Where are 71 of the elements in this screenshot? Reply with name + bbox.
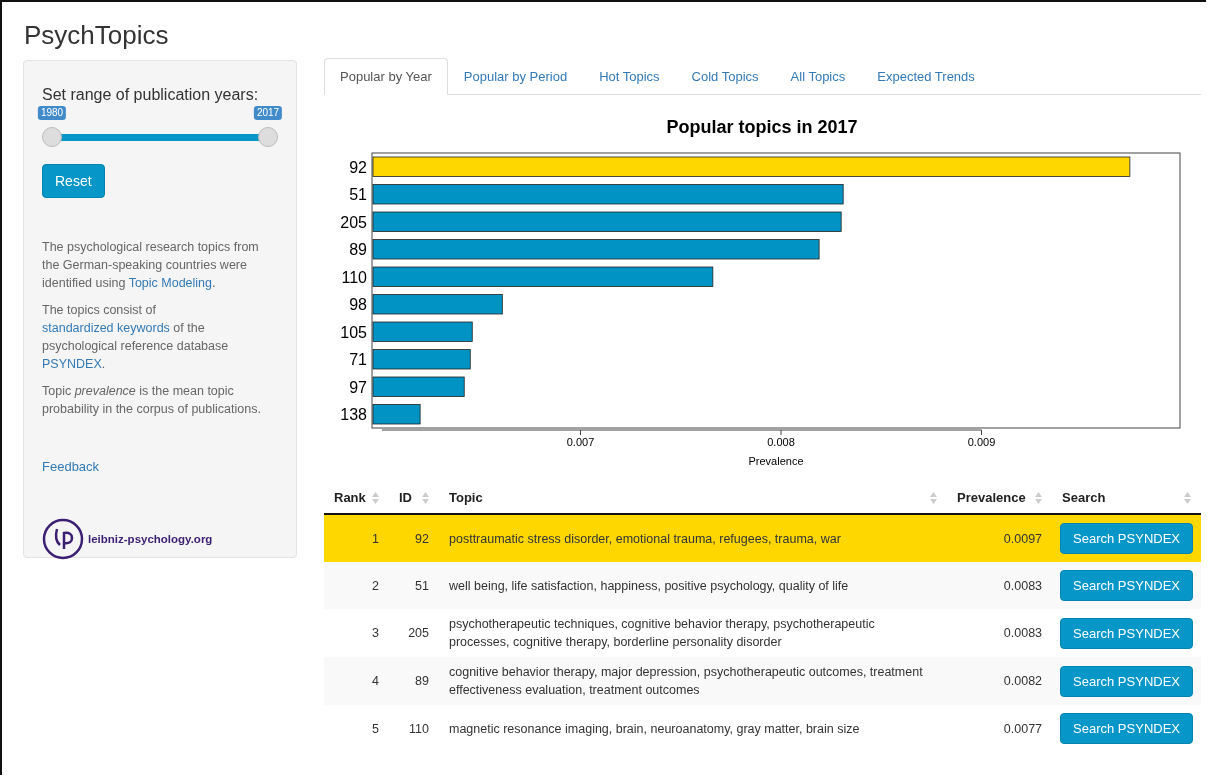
year-label: 2017 bbox=[253, 106, 283, 121]
tick-label: 0.008 bbox=[767, 436, 795, 449]
sort-icon bbox=[422, 491, 429, 504]
table-cell: 0.0077 bbox=[947, 705, 1053, 753]
description-text: The topics consist of standardized keywords of the psychological reference database PSYNDEX. bbox=[42, 302, 230, 374]
chart-title: Popular topics in 2017 bbox=[666, 117, 858, 138]
text-link[interactable]: PSYNDEX bbox=[42, 357, 102, 372]
table-cell: 4 bbox=[324, 657, 389, 706]
sort-icon bbox=[372, 491, 379, 504]
table-row[interactable]: 2 51 well being, life satisfaction, happiness, positive psychology, quality of life 0.0083 Search PSYNDEX bbox=[324, 562, 1201, 610]
category-label: 205 bbox=[340, 213, 367, 231]
feedback-link[interactable]: Feedback bbox=[42, 459, 100, 475]
tab[interactable]: Hot Topics bbox=[583, 58, 676, 96]
table-cell: 0.0083 bbox=[947, 562, 1053, 610]
category-label: 97 bbox=[349, 378, 367, 396]
table-cell: posttraumatic stress disorder, emotional trauma, refugees, trauma, war bbox=[439, 514, 948, 563]
table-cell: well being, life satisfaction, happiness, positive psychology, quality of life bbox=[439, 562, 948, 610]
category-label: 71 bbox=[349, 351, 367, 369]
search-button[interactable]: Search PSYNDEX bbox=[1060, 713, 1193, 745]
description-text: The psychological research topics from the German-speaking countries were identified using Topic Modeling. bbox=[42, 239, 260, 293]
table-cell: psychotherapeutic techniques, cognitive behavior therapy, psychotherapeutic processes, cognitive therapy, borderline personality disorder bbox=[439, 609, 948, 658]
category-label: 89 bbox=[349, 241, 367, 259]
tab[interactable]: Popular by Period bbox=[447, 58, 584, 96]
table-cell: 110 bbox=[389, 705, 439, 753]
table-cell: 0.0082 bbox=[947, 657, 1053, 706]
tab[interactable]: Cold Topics bbox=[675, 58, 775, 96]
table-cell: 3 bbox=[324, 609, 389, 658]
slider-handle[interactable] bbox=[42, 127, 62, 148]
table-cell: cognitive behavior therapy, major depression, psychotherapeutic outcomes, treatment effectiveness evaluation, treatment outcomes bbox=[439, 657, 948, 706]
search-button[interactable]: Search PSYNDEX bbox=[1060, 523, 1193, 555]
table-row[interactable]: 4 89 cognitive behavior therapy, major depression, psychotherapeutic outcomes, treatment effectiveness evaluation, treatment outcomes 0.0082 Search PSYNDEX bbox=[324, 657, 1201, 706]
category-label: 51 bbox=[349, 186, 367, 204]
sort-icon bbox=[930, 491, 938, 504]
table-cell: 0.0097 bbox=[947, 514, 1053, 563]
category-label: 138 bbox=[340, 406, 367, 424]
logo-text: leibniz-psychology.org bbox=[88, 533, 213, 546]
search-button[interactable]: Search PSYNDEX bbox=[1060, 617, 1193, 649]
table-cell: 5 bbox=[324, 705, 389, 753]
axis-label: Prevalence bbox=[748, 455, 804, 468]
search-button[interactable]: Search PSYNDEX bbox=[1060, 570, 1193, 602]
tick-label: 0.007 bbox=[566, 436, 595, 449]
table-cell: 51 bbox=[389, 562, 439, 610]
category-label: 98 bbox=[349, 296, 367, 314]
tab[interactable]: All Topics bbox=[774, 58, 862, 96]
slider-label: Set range of publication years: bbox=[42, 86, 260, 105]
table-row[interactable]: 5 110 magnetic resonance imaging, brain, neuroanatomy, gray matter, brain size 0.0077 Search PSYNDEX bbox=[324, 705, 1201, 753]
table-cell: 89 bbox=[389, 657, 439, 706]
reset-button[interactable]: Reset bbox=[42, 164, 105, 199]
logo-icon bbox=[42, 518, 84, 561]
category-label: 110 bbox=[341, 268, 367, 286]
text-link[interactable]: standardized keywords bbox=[42, 321, 170, 336]
table-cell: 0.0083 bbox=[947, 609, 1053, 658]
table-cell: 92 bbox=[389, 514, 439, 563]
app-title: PsychTopics bbox=[23, 19, 169, 52]
table-cell: 2 bbox=[324, 562, 389, 610]
sort-icon bbox=[1035, 491, 1043, 504]
tick-label: 0.009 bbox=[967, 436, 996, 449]
description-text: Topic prevalence is the mean topic probability in the corpus of publications. bbox=[42, 383, 262, 419]
category-label: 92 bbox=[349, 158, 367, 176]
year-label: 1980 bbox=[37, 106, 67, 121]
sort-icon bbox=[1184, 491, 1191, 504]
table-row[interactable]: 3 205 psychotherapeutic techniques, cognitive behavior therapy, psychotherapeutic processes, cognitive therapy, borderline personality disorder 0.0083 Search PSYNDEX bbox=[324, 609, 1201, 658]
tab[interactable]: Expected Trends bbox=[861, 58, 991, 96]
tab[interactable]: Popular by Year bbox=[324, 58, 448, 96]
text-link[interactable]: Topic Modeling bbox=[128, 276, 213, 291]
slider-handle[interactable] bbox=[258, 127, 278, 148]
search-button[interactable]: Search PSYNDEX bbox=[1060, 665, 1193, 697]
table-cell: magnetic resonance imaging, brain, neuroanatomy, gray matter, brain size bbox=[439, 705, 948, 753]
table-cell: 205 bbox=[389, 609, 439, 658]
table-cell: 1 bbox=[324, 514, 389, 563]
category-label: 105 bbox=[340, 323, 367, 341]
